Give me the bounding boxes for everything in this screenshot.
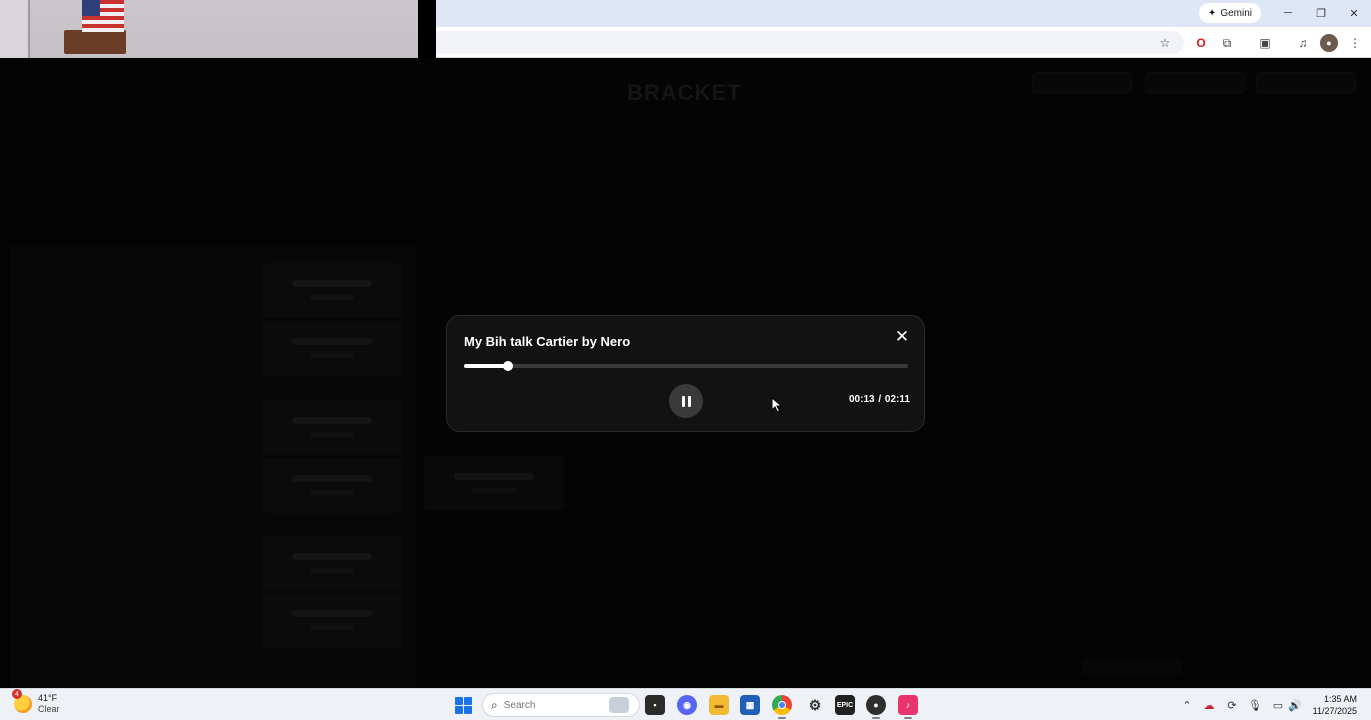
search-highlight-icon — [609, 697, 629, 713]
media-icon[interactable]: ♫ — [1294, 34, 1312, 52]
playback-time: 00:13 / 02:11 — [849, 394, 910, 405]
browser-toolbar: ☆ O ⧉ ▣ ♫ ● ⋮ — [436, 27, 1371, 58]
sync-icon[interactable]: ⟳ — [1224, 697, 1240, 713]
gemini-label: Gemini — [1220, 7, 1252, 19]
notification-badge: 4 — [12, 689, 22, 699]
bracket-card[interactable] — [262, 458, 402, 513]
extensions-icon[interactable]: ⧉ — [1218, 34, 1236, 52]
webcam-flag — [82, 0, 124, 32]
progress-slider[interactable] — [464, 361, 908, 371]
player-track-title: My Bih talk Cartier by Nero — [464, 334, 631, 349]
header-pill[interactable] — [1145, 72, 1245, 94]
onedrive-icon[interactable]: ☁ — [1201, 697, 1217, 713]
webcam-shelf — [64, 30, 126, 54]
tiktok-icon[interactable]: ♪ — [898, 695, 918, 719]
progress-thumb[interactable] — [502, 361, 513, 371]
restore-icon[interactable]: ❐ — [1310, 4, 1332, 22]
task-view-icon[interactable]: ▪ — [645, 695, 665, 715]
gemini-sparkle-icon: ✦ — [1207, 7, 1217, 19]
profile-icon[interactable]: ● — [1320, 34, 1338, 52]
current-time: 00:13 — [849, 394, 875, 405]
pause-icon — [687, 395, 691, 407]
menu-icon[interactable]: ⋮ — [1346, 34, 1364, 52]
pause-button[interactable] — [669, 384, 703, 418]
store-icon[interactable]: ▦ — [740, 695, 760, 715]
time-separator: / — [878, 394, 882, 405]
close-icon[interactable]: ✕ — [1343, 4, 1365, 22]
bracket-card[interactable] — [262, 321, 402, 376]
bracket-card[interactable] — [262, 263, 402, 318]
browser-tabstrip: ✦ Gemini ─ ❐ ✕ — [436, 0, 1371, 27]
taskbar-clock[interactable]: 1:35 AM 11/27/2025 — [1313, 693, 1357, 717]
file-explorer-icon[interactable]: ▬ — [709, 695, 729, 715]
display-icon[interactable]: ▭ — [1270, 697, 1286, 713]
microphone-icon[interactable]: 🎙 — [1247, 697, 1263, 713]
footer-pill[interactable] — [1082, 658, 1182, 676]
search-icon: ⌕ — [491, 697, 498, 712]
bracket-card[interactable] — [424, 456, 564, 511]
audio-player-dialog: My Bih talk Cartier by Nero ✕ 00:13 / 02… — [446, 315, 925, 432]
address-bar[interactable] — [436, 31, 1184, 54]
weather-widget[interactable]: 4 41°F Clear — [12, 689, 60, 715]
close-icon[interactable]: ✕ — [893, 327, 911, 346]
header-pill[interactable] — [1032, 72, 1132, 94]
search-input[interactable] — [503, 699, 594, 711]
discord-icon[interactable]: ◉ — [677, 695, 697, 715]
weather-condition: Clear — [38, 704, 60, 714]
duration: 02:11 — [884, 394, 910, 405]
opera-icon[interactable]: O — [1192, 34, 1210, 52]
weather-sun-icon: 4 — [12, 689, 32, 713]
tab-search-icon[interactable]: ▣ — [1256, 34, 1274, 52]
chrome-icon[interactable] — [772, 695, 792, 719]
gemini-button[interactable]: ✦ Gemini — [1198, 3, 1261, 23]
bracket-card[interactable] — [262, 593, 402, 648]
weather-temperature: 41°F — [38, 693, 58, 703]
steam-icon[interactable]: ⚙ — [805, 695, 825, 715]
chevron-up-icon[interactable]: ⌃ — [1179, 697, 1195, 713]
star-icon[interactable]: ☆ — [1156, 34, 1174, 52]
pause-icon — [681, 395, 685, 407]
taskbar: 4 41°F Clear ⌕ ▪ ◉ ▬ ▦ ⚙ EPIC ● ♪ ⌃ ☁ ⟳ … — [0, 688, 1371, 720]
bracket-card[interactable] — [262, 536, 402, 591]
taskbar-search[interactable]: ⌕ — [482, 693, 640, 717]
clock-time: 1:35 AM — [1323, 694, 1357, 704]
volume-icon[interactable]: 🔊 — [1287, 697, 1303, 713]
minimize-icon[interactable]: ─ — [1277, 4, 1299, 22]
progress-fill — [464, 364, 508, 368]
bracket-card[interactable] — [262, 400, 402, 455]
header-pill[interactable] — [1256, 72, 1356, 94]
page-title: BRACKET — [627, 80, 742, 105]
epic-games-icon[interactable]: EPIC — [835, 695, 855, 715]
clock-date: 11/27/2025 — [1312, 706, 1357, 716]
start-button[interactable] — [455, 697, 472, 714]
obs-icon[interactable]: ● — [866, 695, 886, 719]
